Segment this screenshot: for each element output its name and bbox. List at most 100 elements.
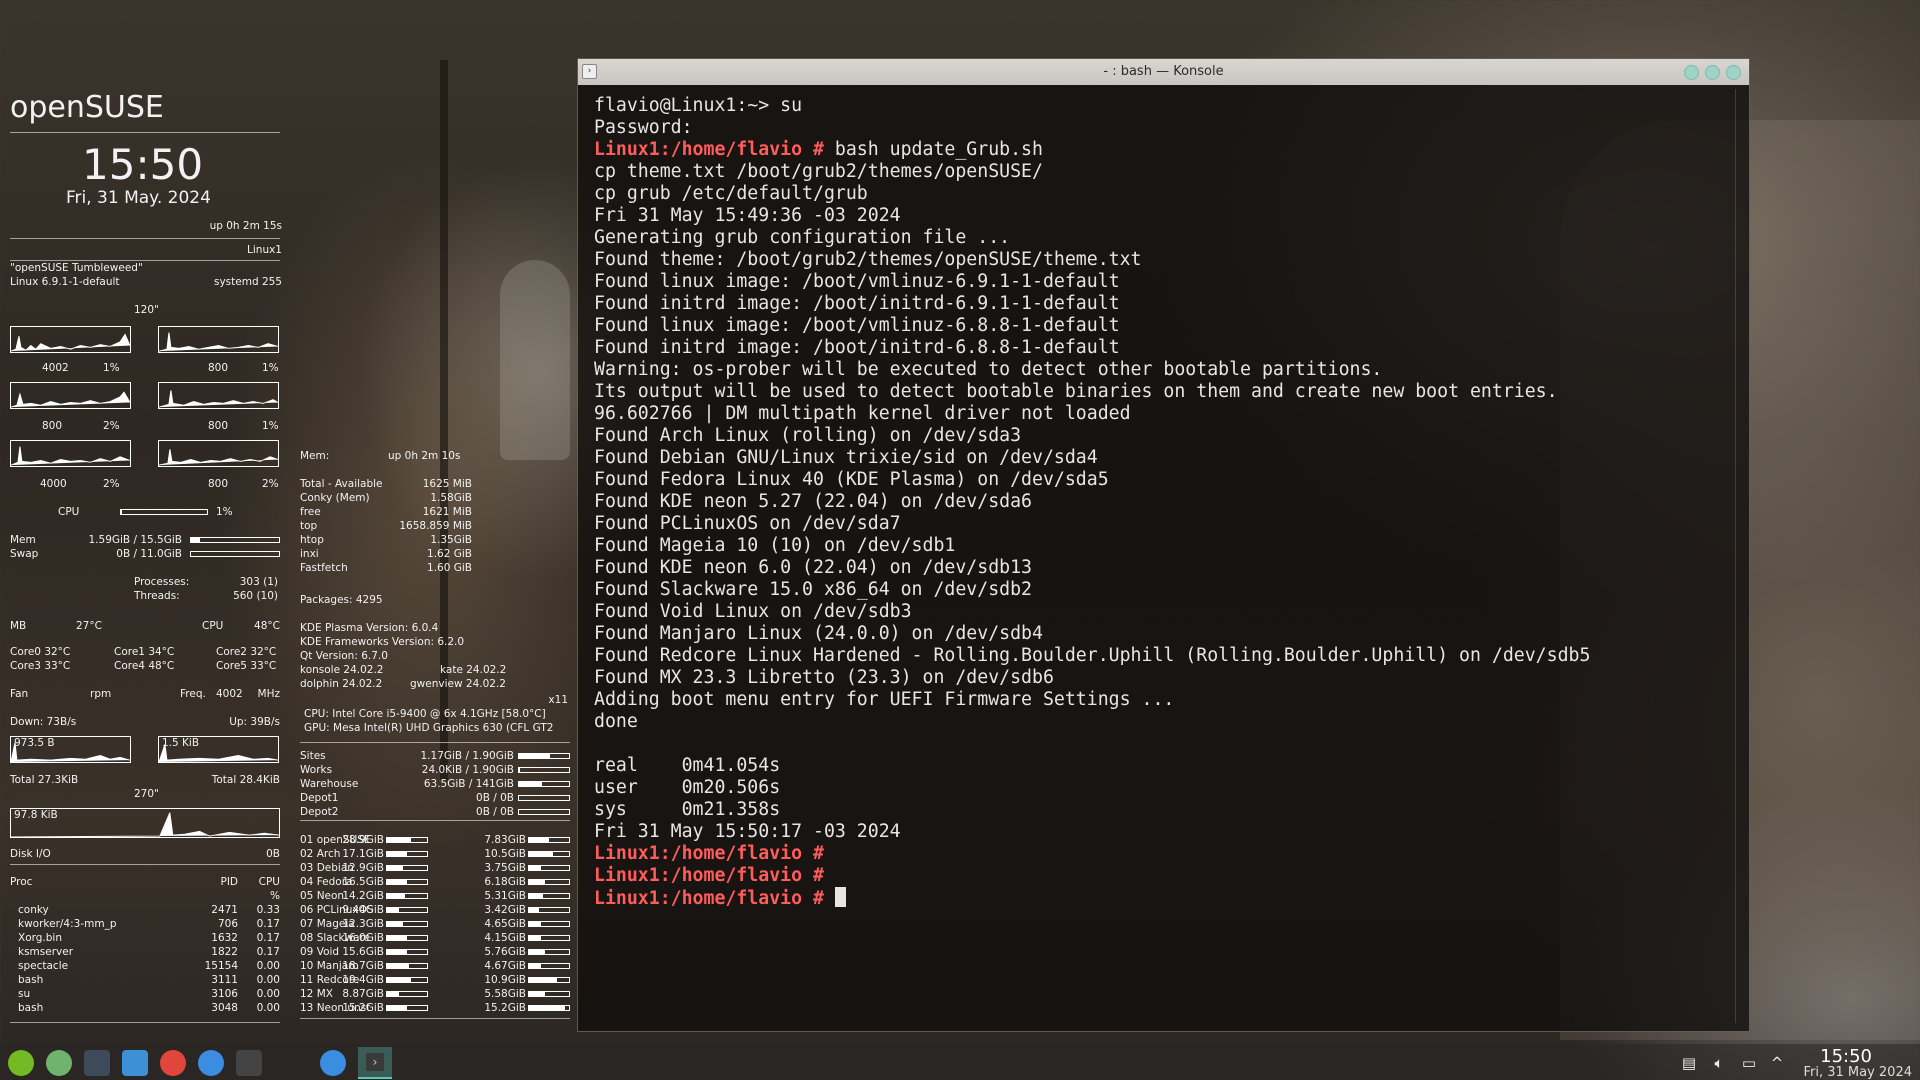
partition-used: 18.7GiB bbox=[342, 960, 384, 972]
process-pid: 2471 bbox=[211, 904, 238, 916]
storage-usage-fill bbox=[519, 768, 520, 772]
core-graph bbox=[158, 326, 279, 353]
terminal-line-text: Generating grub configuration file ... bbox=[594, 227, 1011, 248]
partition-free-bar bbox=[528, 935, 570, 941]
plasma-version: KDE Plasma Version: 6.0.4 bbox=[300, 622, 439, 634]
terminal-line: Found theme: /boot/grub2/themes/openSUSE… bbox=[594, 249, 1729, 271]
thunderbird-icon[interactable] bbox=[198, 1050, 224, 1076]
partition-used-fill bbox=[387, 922, 403, 926]
partition-name: 09 Void bbox=[300, 946, 340, 958]
mem-row-label: Conky (Mem) bbox=[300, 492, 370, 504]
terminal-line: Found Mageia 10 (10) on /dev/sdb1 bbox=[594, 535, 1729, 557]
terminal-scrollbar[interactable] bbox=[1735, 89, 1743, 1023]
konsole-task-button[interactable]: › bbox=[358, 1047, 392, 1079]
thunderbird-task-icon[interactable] bbox=[320, 1050, 346, 1076]
mem-row-label: free bbox=[300, 506, 321, 518]
application-launcher-icon[interactable] bbox=[8, 1050, 34, 1076]
konsole-launcher-icon[interactable] bbox=[236, 1050, 262, 1076]
process-pid: 1632 bbox=[211, 932, 238, 944]
home-folder-icon[interactable] bbox=[46, 1050, 72, 1076]
total-download: Total 27.3KiB bbox=[10, 774, 79, 786]
storage-usage-bar bbox=[518, 809, 570, 815]
chevron-up-icon[interactable]: ^ bbox=[1768, 1054, 1786, 1072]
packages-count: Packages: 4295 bbox=[300, 594, 383, 606]
close-button[interactable] bbox=[1726, 65, 1741, 80]
terminal-line: 96.602766 | DM multipath kernel driver n… bbox=[594, 403, 1729, 425]
terminal-line-text: Found Debian GNU/Linux trixie/sid on /de… bbox=[594, 447, 1098, 468]
gpu-info: GPU: Mesa Intel(R) UHD Graphics 630 (CFL… bbox=[304, 722, 554, 734]
partition-used-bar bbox=[386, 851, 428, 857]
terminal-line-text: Found MX 23.3 Libretto (23.3) on /dev/sd… bbox=[594, 667, 1054, 688]
chrome-icon[interactable] bbox=[160, 1050, 186, 1076]
network-icon[interactable]: ▭ bbox=[1740, 1054, 1758, 1072]
konsole-version: konsole 24.02.2 bbox=[300, 664, 384, 676]
maximize-button[interactable] bbox=[1705, 65, 1720, 80]
partition-used-fill bbox=[387, 992, 399, 996]
conky-clock-date: Fri, 31 May. 2024 bbox=[66, 188, 211, 208]
taskbar-clock-time[interactable]: 15:50 bbox=[1820, 1046, 1872, 1067]
partition-used-fill bbox=[387, 950, 407, 954]
terminal-line: Found Fedora Linux 40 (KDE Plasma) on /d… bbox=[594, 469, 1729, 491]
core-graph bbox=[10, 440, 131, 467]
core-freq: 4002 bbox=[42, 362, 69, 374]
file-manager-icon[interactable] bbox=[122, 1050, 148, 1076]
terminal-line: Found Debian GNU/Linux trixie/sid on /de… bbox=[594, 447, 1729, 469]
terminal-line-text: Found initrd image: /boot/initrd-6.8.8-1… bbox=[594, 337, 1120, 358]
core-freq: 800 bbox=[208, 362, 229, 374]
terminal-line: Found initrd image: /boot/initrd-6.8.8-1… bbox=[594, 337, 1729, 359]
process-pid: 1822 bbox=[211, 946, 238, 958]
clipboard-icon[interactable]: ▤ bbox=[1680, 1054, 1698, 1072]
storage-usage-fill bbox=[519, 782, 542, 786]
taskbar-clock-date[interactable]: Fri, 31 May 2024 bbox=[1803, 1065, 1912, 1080]
process-name: bash bbox=[18, 974, 44, 986]
partition-used-bar bbox=[386, 837, 428, 843]
core-freq: 800 bbox=[42, 420, 63, 432]
kernel-version: Linux 6.9.1-1-default bbox=[10, 276, 120, 288]
divider bbox=[10, 132, 280, 133]
terminal-line-text: Found initrd image: /boot/initrd-6.9.1-1… bbox=[594, 293, 1120, 314]
terminal-line-text: sys 0m21.358s bbox=[594, 799, 781, 820]
cpu-temp: 48°C bbox=[254, 620, 280, 632]
terminal-line-text: Adding boot menu entry for UEFI Firmware… bbox=[594, 689, 1175, 710]
partition-free-fill bbox=[529, 1006, 565, 1010]
uptime: up 0h 2m 10s bbox=[388, 450, 461, 462]
core-temp: Core5 33°C bbox=[216, 660, 277, 672]
partition-free: 5.58GiB bbox=[484, 988, 526, 1000]
disk-io-label: Disk I/O bbox=[10, 848, 51, 860]
system-settings-icon[interactable] bbox=[84, 1050, 110, 1076]
terminal-line: Found MX 23.3 Libretto (23.3) on /dev/sd… bbox=[594, 667, 1729, 689]
swap-label: Swap bbox=[10, 548, 39, 560]
freq-value: 4002 bbox=[216, 688, 243, 700]
terminal-line-text: Found theme: /boot/grub2/themes/openSUSE… bbox=[594, 249, 1142, 270]
partition-used-bar bbox=[386, 991, 428, 997]
core-temp: Core2 32°C bbox=[216, 646, 277, 658]
mem-row-value: 1658.859 MiB bbox=[399, 520, 472, 532]
terminal-line-text: Fri 31 May 15:50:17 -03 2024 bbox=[594, 821, 901, 842]
threads-label: Threads: bbox=[134, 590, 180, 602]
terminal-line-text: Found Arch Linux (rolling) on /dev/sda3 bbox=[594, 425, 1022, 446]
volume-icon[interactable]: 🔈︎ bbox=[1710, 1054, 1728, 1072]
partition-free-bar bbox=[528, 977, 570, 983]
core-temp: Core4 48°C bbox=[114, 660, 175, 672]
partition-used-fill bbox=[387, 866, 403, 870]
partition-used-bar bbox=[386, 949, 428, 955]
partition-free-fill bbox=[529, 922, 541, 926]
disk-graph-label: 97.8 KiB bbox=[14, 809, 58, 821]
partition-free-bar bbox=[528, 879, 570, 885]
konsole-titlebar[interactable]: › - : bash — Konsole bbox=[578, 59, 1749, 85]
process-cpu: 0.17 bbox=[256, 946, 280, 958]
core-graph bbox=[10, 382, 131, 409]
partition-free-fill bbox=[529, 894, 543, 898]
storage-usage-bar bbox=[518, 781, 570, 787]
partition-free-fill bbox=[529, 838, 549, 842]
gwenview-version: gwenview 24.02.2 bbox=[410, 678, 506, 690]
download-graph-label: 973.5 B bbox=[14, 737, 55, 749]
terminal-output[interactable]: flavio@Linux1:~> su Password: Linux1:/home… bbox=[594, 95, 1729, 1021]
minimize-button[interactable] bbox=[1684, 65, 1699, 80]
partition-used-fill bbox=[387, 880, 407, 884]
os-name: "openSUSE Tumbleweed" bbox=[10, 262, 143, 274]
partition-free: 15.2GiB bbox=[484, 1002, 526, 1014]
mem-row-label: top bbox=[300, 520, 318, 532]
konsole-window[interactable]: › - : bash — Konsole flavio@Linux1:~> su… bbox=[577, 58, 1750, 1032]
terminal-line-text: bash update_Grub.sh bbox=[823, 139, 1043, 160]
